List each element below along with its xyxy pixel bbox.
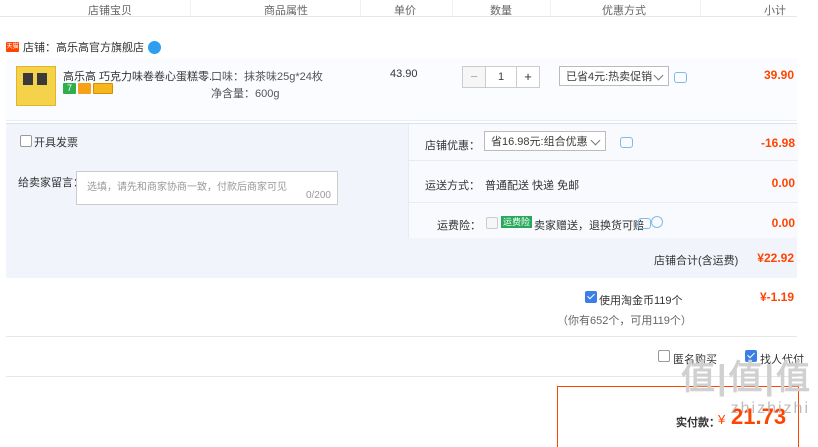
col-price: 单价 [394, 5, 416, 17]
shipping-value: 普通配送 快递 免邮 [485, 180, 580, 192]
cart-item-row: 高乐高 巧克力味卷卷心蛋糕零... 7 口味：抹茶味25g*24枚 净含量：60… [6, 58, 797, 121]
shipping-amount: 0.00 [771, 176, 795, 190]
coins-note: （你有652个，可用119个） [557, 315, 692, 327]
store-discount-label: 店铺优惠： [425, 140, 480, 152]
payment-icon [93, 83, 113, 94]
discount-info-icon[interactable] [620, 137, 633, 148]
chevron-down-icon [653, 70, 664, 81]
store-discount-amount: -16.98 [760, 136, 795, 150]
help-icon[interactable] [651, 216, 663, 228]
store-name-link[interactable]: 店铺：高乐高官方旗舰店 [23, 39, 144, 55]
unit-price: 43.90 [390, 68, 418, 80]
store-total-label: 店铺合计(含运费) [654, 255, 739, 267]
qty-decrease-button[interactable]: − [462, 66, 486, 88]
shipping-label: 运送方式： [425, 180, 480, 192]
coins-amount: ¥-1.19 [759, 290, 794, 304]
promo-select-value: 已省4元:热卖促销 [566, 71, 653, 83]
quantity-stepper: − 1 + [462, 66, 540, 88]
attr-flavor: 口味：抹茶味25g*24枚 [211, 71, 323, 83]
item-subtotal: 39.90 [763, 68, 794, 82]
insurance-amount: 0.00 [771, 216, 795, 230]
watermark-logo: 值|值|值 [680, 359, 812, 397]
product-title-link[interactable]: 高乐高 巧克力味卷卷心蛋糕零... [63, 68, 218, 84]
col-qty: 数量 [490, 5, 512, 17]
store-summary-right: 店铺优惠： 省16.98元:组合优惠 -16.98 运送方式： 普通配送 快递 … [408, 124, 798, 238]
insurance-checkbox [486, 217, 498, 229]
product-thumbnail[interactable] [16, 66, 56, 106]
col-subtotal: 小计 [764, 5, 786, 17]
store-discount-select[interactable]: 省16.98元:组合优惠 [484, 131, 606, 151]
message-counter: 0/200 [305, 190, 331, 201]
insurance-tag: 运费险 [501, 216, 533, 228]
tmall-badge: 天猫 [6, 42, 19, 52]
order-table-header: 店铺宝贝 商品属性 单价 数量 优惠方式 小计 [0, 0, 797, 17]
insurance-chat-icon[interactable] [638, 218, 651, 229]
invoice-label: 开具发票 [34, 137, 78, 149]
promo-info-icon[interactable] [674, 72, 687, 83]
col-store: 店铺宝贝 [88, 5, 132, 17]
guarantee-icon [78, 83, 91, 94]
invoice-checkbox[interactable] [20, 135, 32, 147]
wangwang-chat-icon[interactable] [148, 40, 161, 54]
store-discount-value: 省16.98元:组合优惠 [491, 136, 588, 148]
use-coins-checkbox[interactable] [585, 291, 597, 303]
seller-message-textarea[interactable]: 选填，请先和商家协商一致，付款后商家可见 0/200 [76, 171, 338, 205]
store-total-amount: ¥22.92 [757, 251, 794, 265]
coins-label: 使用淘金币119个 [599, 295, 683, 307]
message-placeholder: 选填，请先和商家协商一致，付款后商家可见 [87, 182, 287, 193]
col-promo: 优惠方式 [602, 5, 646, 17]
chevron-down-icon [590, 135, 601, 146]
anonymous-checkbox[interactable] [658, 350, 670, 362]
store-line: 天猫 店铺：高乐高官方旗舰店 [6, 40, 161, 54]
pay-currency: ¥ [718, 412, 726, 427]
qty-input[interactable]: 1 [486, 66, 516, 88]
insurance-value: 卖家赠送，退换货可赔 [534, 220, 644, 232]
order-options-panel: 开具发票 给卖家留言： 选填，请先和商家协商一致，付款后商家可见 0/200 店… [6, 123, 798, 278]
col-attr: 商品属性 [264, 5, 308, 17]
watermark-text: zhizhizhi [730, 400, 810, 417]
promo-select[interactable]: 已省4元:热卖促销 [559, 66, 669, 86]
qty-increase-button[interactable]: + [516, 66, 540, 88]
message-label: 给卖家留言： [18, 177, 84, 189]
attr-net-weight: 净含量：600g [211, 88, 280, 100]
insurance-label: 运费险： [437, 220, 481, 232]
seven-day-return-icon: 7 [63, 83, 76, 94]
